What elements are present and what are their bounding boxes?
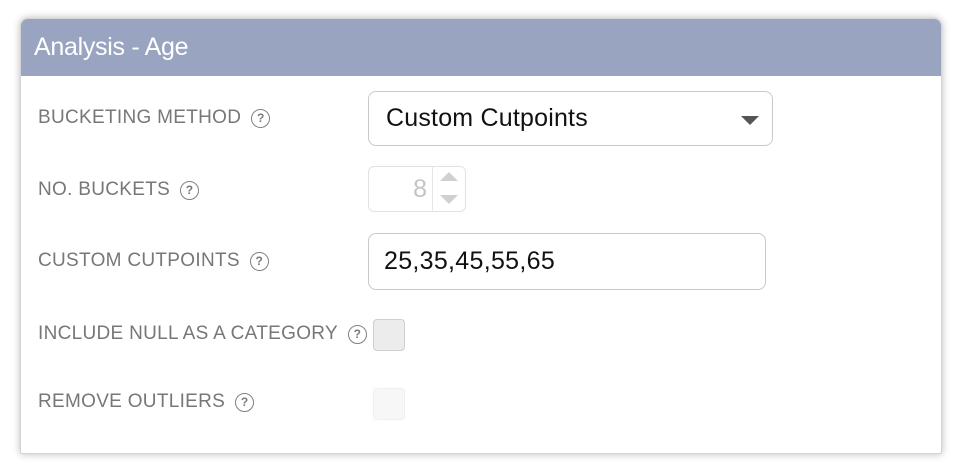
caret-down-icon: [741, 116, 759, 125]
no-buckets-label-group: NO. BUCKETS ?: [38, 179, 200, 201]
custom-cutpoints-label: CUSTOM CUTPOINTS: [38, 250, 240, 271]
no-buckets-value: 8: [413, 175, 427, 203]
help-circle-icon[interactable]: ?: [235, 392, 255, 412]
arrow-down-icon[interactable]: [440, 195, 458, 204]
custom-cutpoints-label-group: CUSTOM CUTPOINTS ?: [38, 250, 269, 272]
panel-title: Analysis - Age: [34, 33, 189, 61]
help-circle-icon[interactable]: ?: [249, 251, 269, 271]
remove-outliers-label: REMOVE OUTLIERS: [38, 391, 226, 412]
bucketing-method-value: Custom Cutpoints: [386, 104, 588, 132]
bucketing-method-label-group: BUCKETING METHOD ?: [38, 107, 271, 129]
remove-outliers-checkbox[interactable]: [373, 388, 405, 420]
analysis-panel: Analysis - Age BUCKETING METHOD ? Custom…: [20, 18, 942, 454]
include-null-label-group: INCLUDE NULL AS A CATEGORY ?: [38, 323, 367, 345]
bucketing-method-select[interactable]: Custom Cutpoints: [368, 91, 773, 146]
bucketing-method-label: BUCKETING METHOD: [38, 107, 242, 128]
custom-cutpoints-input[interactable]: 25,35,45,55,65: [368, 233, 766, 290]
stepper-buttons: [432, 167, 465, 211]
panel-header: Analysis - Age: [21, 19, 941, 76]
help-circle-icon[interactable]: ?: [251, 108, 271, 128]
include-null-label: INCLUDE NULL AS A CATEGORY: [38, 323, 338, 344]
help-circle-icon[interactable]: ?: [180, 180, 200, 200]
remove-outliers-label-group: REMOVE OUTLIERS ?: [38, 391, 255, 413]
no-buckets-label: NO. BUCKETS: [38, 179, 171, 200]
arrow-up-icon[interactable]: [440, 172, 458, 181]
help-circle-icon[interactable]: ?: [347, 324, 367, 344]
include-null-checkbox[interactable]: [373, 319, 405, 351]
no-buckets-stepper[interactable]: 8: [368, 166, 466, 212]
